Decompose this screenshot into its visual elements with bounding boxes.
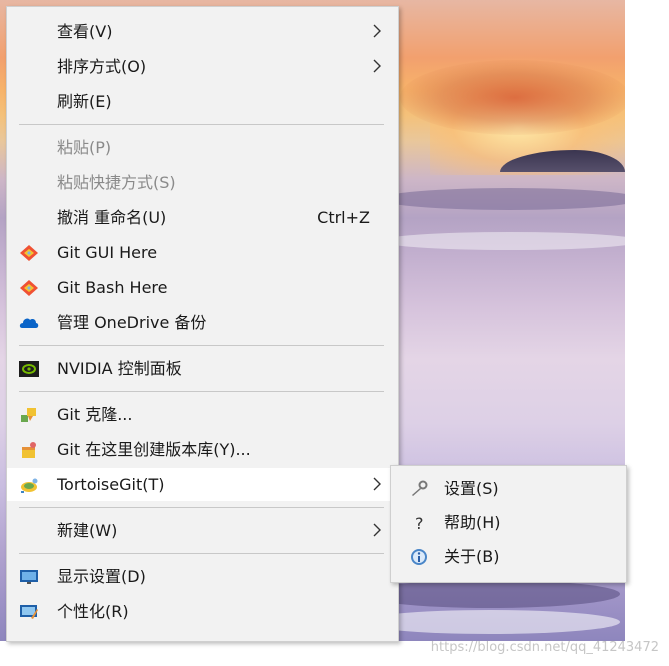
wave xyxy=(360,610,620,634)
menu-separator xyxy=(19,124,384,125)
menu-item-view[interactable]: 查看(V) xyxy=(7,15,398,48)
desktop-context-menu: 查看(V) 排序方式(O) 刷新(E) 粘贴(P) 粘贴快捷方式(S) 撤消 重… xyxy=(6,6,399,642)
menu-item-label: 关于(B) xyxy=(444,547,500,566)
shortcut-text: Ctrl+Z xyxy=(317,208,370,227)
menu-item-refresh[interactable]: 刷新(E) xyxy=(7,85,398,118)
tortoisegit-clone-icon xyxy=(21,408,36,422)
menu-separator xyxy=(19,345,384,346)
menu-item-label: Git Bash Here xyxy=(57,278,168,297)
menu-separator xyxy=(19,553,384,554)
svg-text:?: ? xyxy=(415,514,424,532)
display-settings-icon xyxy=(20,570,38,584)
chevron-right-icon xyxy=(373,523,381,537)
menu-item-git-create-repo[interactable]: Git 在这里创建版本库(Y)... xyxy=(7,433,398,466)
submenu-item-help[interactable]: ? 帮助(H) xyxy=(391,506,626,540)
menu-item-label: 粘贴快捷方式(S) xyxy=(57,173,176,192)
wrench-icon xyxy=(412,480,428,496)
menu-item-tortoisegit[interactable]: TortoiseGit(T) xyxy=(7,468,398,501)
menu-item-label: 查看(V) xyxy=(57,22,113,41)
menu-item-label: NVIDIA 控制面板 xyxy=(57,359,182,378)
menu-item-nvidia-control-panel[interactable]: NVIDIA 控制面板 xyxy=(7,352,398,385)
menu-item-git-clone[interactable]: Git 克隆... xyxy=(7,398,398,431)
menu-separator xyxy=(19,391,384,392)
menu-item-label: 排序方式(O) xyxy=(57,57,147,76)
submenu-item-settings[interactable]: 设置(S) xyxy=(391,472,626,506)
menu-item-git-bash-here[interactable]: Git Bash Here xyxy=(7,271,398,304)
menu-item-label: Git 在这里创建版本库(Y)... xyxy=(57,440,251,459)
menu-separator xyxy=(19,507,384,508)
menu-item-label: 新建(W) xyxy=(57,521,118,540)
menu-item-sort-by[interactable]: 排序方式(O) xyxy=(7,50,398,83)
menu-item-paste-shortcut: 粘贴快捷方式(S) xyxy=(7,166,398,199)
menu-item-onedrive-backup[interactable]: 管理 OneDrive 备份 xyxy=(7,306,398,339)
menu-item-personalize[interactable]: 个性化(R) xyxy=(7,595,398,628)
menu-item-label: 个性化(R) xyxy=(57,602,129,621)
menu-item-label: Git GUI Here xyxy=(57,243,158,262)
menu-item-paste: 粘贴(P) xyxy=(7,131,398,164)
menu-item-label: 显示设置(D) xyxy=(57,567,146,586)
menu-item-label: 管理 OneDrive 备份 xyxy=(57,313,207,332)
chevron-right-icon xyxy=(373,477,381,491)
menu-item-label: TortoiseGit(T) xyxy=(57,475,165,494)
menu-item-display-settings[interactable]: 显示设置(D) xyxy=(7,560,398,593)
sunset-cloud xyxy=(400,60,625,135)
help-icon: ? xyxy=(415,514,424,532)
submenu-item-about[interactable]: 关于(B) xyxy=(391,540,626,574)
personalize-icon xyxy=(20,605,38,619)
watermark-text: https://blog.csdn.net/qq_41243472 xyxy=(430,640,659,655)
menu-item-undo-rename[interactable]: 撤消 重命名(U) Ctrl+Z xyxy=(7,201,398,234)
menu-item-label: 撤消 重命名(U) xyxy=(57,208,167,227)
tortoisegit-icon xyxy=(21,478,38,493)
nvidia-icon xyxy=(19,361,39,377)
wave xyxy=(360,580,620,608)
menu-item-label: 刷新(E) xyxy=(57,92,112,111)
menu-item-label: 设置(S) xyxy=(444,479,499,498)
tortoisegit-submenu: 设置(S) ? 帮助(H) 关于(B) xyxy=(390,465,627,583)
tortoisegit-create-repo-icon xyxy=(22,442,36,458)
git-gui-icon xyxy=(20,245,38,261)
chevron-right-icon xyxy=(373,59,381,73)
wave xyxy=(380,232,625,250)
menu-item-label: Git 克隆... xyxy=(57,405,133,424)
chevron-right-icon xyxy=(373,24,381,38)
info-icon xyxy=(411,549,427,565)
menu-item-label: 粘贴(P) xyxy=(57,138,112,157)
wave xyxy=(380,188,625,210)
menu-item-new[interactable]: 新建(W) xyxy=(7,514,398,547)
git-bash-icon xyxy=(20,280,38,296)
menu-item-label: 帮助(H) xyxy=(444,513,501,532)
menu-item-git-gui-here[interactable]: Git GUI Here xyxy=(7,236,398,269)
onedrive-cloud-icon xyxy=(19,318,39,328)
